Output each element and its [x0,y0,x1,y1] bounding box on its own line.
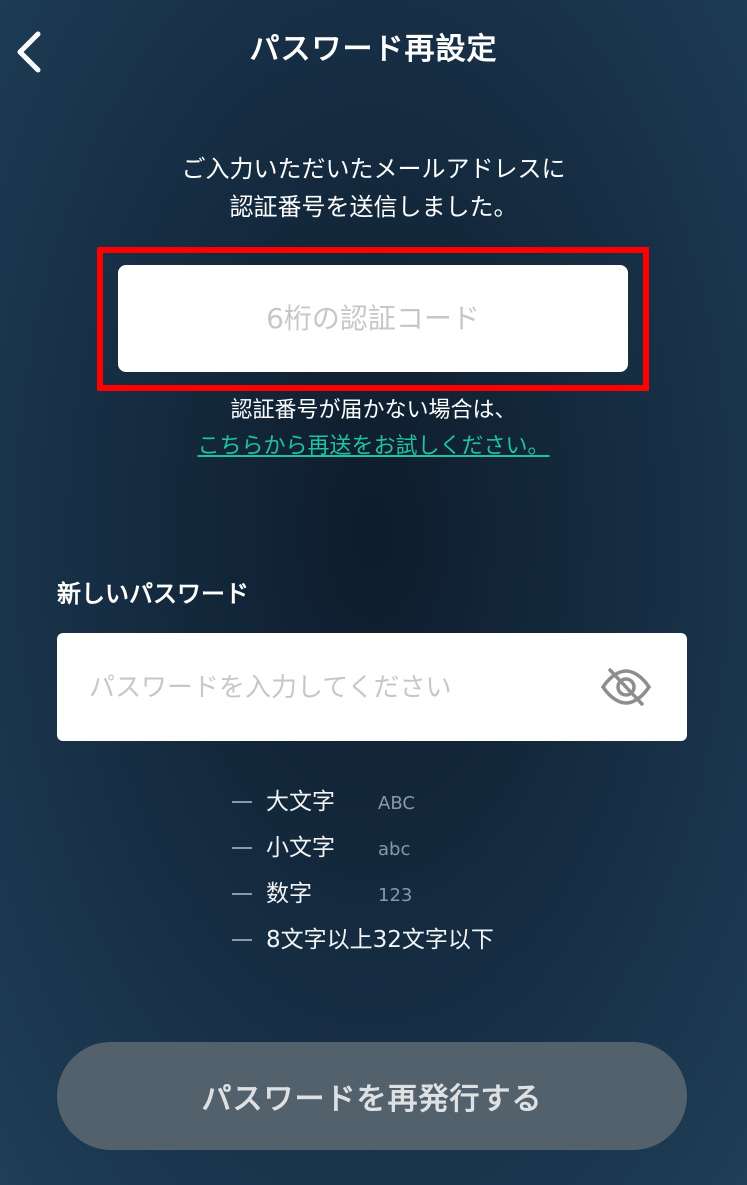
header: パスワード再設定 [0,0,747,100]
requirement-label: 8文字以上32文字以下 [266,927,494,953]
password-requirements: 大文字 ABC 小文字 abc 数字 123 8文字以上32文字以下 [232,784,632,968]
requirement-dash [232,847,252,849]
resend-link[interactable]: こちらから再送をお試しください。 [197,434,549,459]
requirement-label: 数字 [266,881,312,907]
requirement-item: 8文字以上32文字以下 [232,922,632,968]
reissue-password-button[interactable]: パスワードを再発行する [57,1042,687,1150]
requirement-item: 大文字 ABC [232,784,632,830]
page-title: パスワード再設定 [249,32,498,67]
resend-note: 認証番号が届かない場合は、 [230,398,517,423]
requirement-item: 小文字 abc [232,830,632,876]
resend-link-row: こちらから再送をお試しください。 [0,430,747,464]
requirement-item: 数字 123 [232,876,632,922]
new-password-label: 新しいパスワード [57,580,249,608]
requirement-label: 小文字 [266,835,335,861]
requirement-dash [232,893,252,895]
instruction-line-1: ご入力いただいたメールアドレスに [181,155,566,183]
instruction-text: ご入力いただいたメールアドレスに 認証番号を送信しました。 [0,150,747,226]
new-password-input[interactable] [87,633,591,743]
requirement-dash [232,939,252,941]
requirement-sample: 123 [378,885,413,906]
verification-code-input[interactable] [118,265,628,372]
instruction-line-2: 認証番号を送信しました。 [229,193,518,221]
requirement-sample: ABC [378,793,415,814]
password-visibility-toggle[interactable] [600,666,652,708]
requirement-sample: abc [378,839,411,860]
eye-slash-icon [600,668,652,706]
password-field [57,633,687,743]
requirement-label: 大文字 [266,789,335,815]
requirement-dash [232,801,252,803]
